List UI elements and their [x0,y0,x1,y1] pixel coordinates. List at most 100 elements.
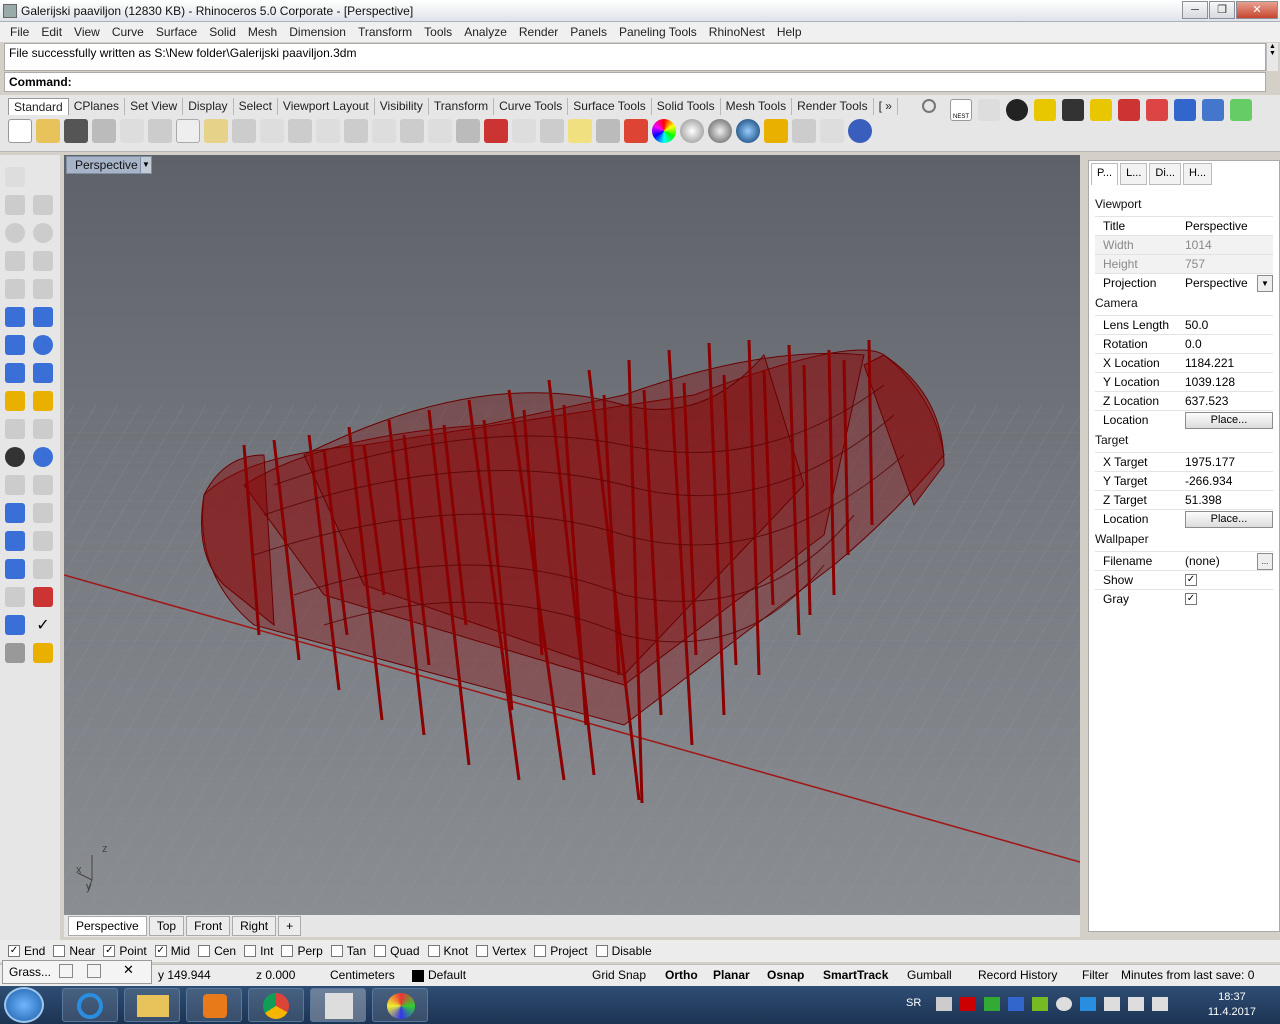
osnap-mid-checkbox[interactable]: ✓ [154,945,167,957]
x-location-value[interactable]: 1184.221 [1185,356,1234,370]
surface-icon[interactable] [5,307,25,327]
loft-icon[interactable] [33,307,53,327]
menu-analyze[interactable]: Analyze [458,25,513,39]
osnap-point-checkbox[interactable]: ✓ [103,945,116,957]
gray-checkbox[interactable]: ✓ [1185,593,1197,605]
paint-taskbar-icon[interactable] [372,988,428,1022]
restore-button[interactable]: ❐ [1209,1,1235,19]
osnap-quad[interactable]: Quad [374,944,420,958]
osnap-perp-checkbox[interactable] [281,945,294,957]
osnap-end[interactable]: ✓ End [8,944,45,958]
osnap-project[interactable]: Project [534,944,588,958]
projection-select[interactable]: Perspective [1185,276,1248,290]
grid-array-icon[interactable] [5,587,25,607]
osnap-project-checkbox[interactable] [534,945,547,957]
point-icon[interactable] [33,167,53,187]
osnap-vertex[interactable]: Vertex [476,944,526,958]
ellipse-icon[interactable] [33,223,53,243]
history-scrollbar[interactable]: ▲ ▼ [1266,43,1278,71]
cube-icon[interactable] [1202,99,1224,121]
new-file-icon[interactable] [8,119,32,143]
camera-place-button[interactable]: Place... [1185,412,1273,429]
osnap-end-checkbox[interactable]: ✓ [8,945,20,957]
transform-icon[interactable] [1174,99,1196,121]
minimize-button[interactable]: ─ [1182,1,1208,19]
menu-curve[interactable]: Curve [106,25,150,39]
star-icon[interactable] [1230,99,1252,121]
osnap-point[interactable]: ✓ Point [103,944,147,958]
action-center-icon[interactable] [1104,997,1120,1011]
polyline-icon[interactable] [5,195,25,215]
arc-icon[interactable] [5,251,25,271]
acrobat-icon[interactable] [960,997,976,1011]
sweep-icon[interactable] [5,643,25,663]
cplane-icon[interactable] [512,119,536,143]
print-icon[interactable] [92,119,116,143]
tab-top[interactable]: Top [148,916,185,936]
perspective-viewport[interactable]: z x y Perspective ▼ [64,155,1080,915]
array-icon[interactable] [5,531,25,551]
boolean-icon[interactable] [33,335,53,355]
osnap-mid[interactable]: ✓ Mid [154,944,190,958]
osnap-perp[interactable]: Perp [281,944,323,958]
rendered-sphere-icon[interactable] [736,119,760,143]
menu-file[interactable]: File [4,25,35,39]
step-icon-2[interactable] [1034,99,1056,121]
scale-icon[interactable] [33,531,53,551]
osnap-int-checkbox[interactable] [244,945,257,957]
tab-viewport-layout[interactable]: Viewport Layout [278,98,375,115]
group-icon[interactable] [5,447,25,467]
mirror-icon[interactable] [33,419,53,439]
book-icon[interactable] [1118,99,1140,121]
security-icon[interactable] [1080,997,1096,1011]
blend-icon[interactable] [33,475,53,495]
cut-icon[interactable] [148,119,172,143]
gumball-toggle[interactable]: Gumball [907,968,952,982]
osnap-quad-checkbox[interactable] [374,945,387,957]
step-1-2-icon[interactable] [1006,99,1028,121]
tab-display[interactable]: Display [183,98,234,115]
tab-layers[interactable]: L... [1120,163,1148,185]
language-indicator[interactable]: SR [906,997,921,1009]
title-value[interactable]: Perspective [1185,219,1248,233]
open-icon[interactable] [36,119,60,143]
paint-icon[interactable] [33,643,53,663]
maximize-window-icon[interactable] [87,964,101,978]
tab-help[interactable]: H... [1182,163,1213,185]
internet-explorer-icon[interactable] [62,988,118,1022]
four-viewports-icon[interactable] [456,119,480,143]
copy-icon[interactable] [176,119,200,143]
osnap-tan-checkbox[interactable] [330,945,343,957]
grid-snap-icon[interactable] [540,119,564,143]
render-icon[interactable] [764,119,788,143]
menu-view[interactable]: View [68,25,106,39]
explode-icon[interactable] [5,391,25,411]
restore-window-icon[interactable] [59,964,73,978]
tab-perspective[interactable]: Perspective [68,916,147,936]
menu-edit[interactable]: Edit [35,25,68,39]
rhino-taskbar-icon[interactable] [310,988,366,1022]
clock[interactable]: 18:37 11.4.2017 [1208,990,1256,1020]
shaded-sphere-icon[interactable] [708,119,732,143]
viewport-canvas[interactable]: z x y [64,155,1080,915]
units-display[interactable]: Centimeters [330,968,395,982]
menu-help[interactable]: Help [771,25,808,39]
command-line[interactable]: Command: [4,72,1266,92]
z-target-value[interactable]: 51.398 [1185,493,1222,507]
osnap-near-checkbox[interactable] [53,945,66,957]
osnap-cen[interactable]: Cen [198,944,236,958]
circle-icon[interactable] [5,223,25,243]
nest-icon[interactable]: NEST [950,99,972,121]
tab-more[interactable]: [ » [874,98,898,115]
osnap-disable-checkbox[interactable] [595,945,608,957]
box-icon[interactable] [5,335,25,355]
z-location-value[interactable]: 637.523 [1185,394,1228,408]
start-button-icon[interactable] [4,987,44,1023]
layer-icon[interactable] [624,119,648,143]
y-location-value[interactable]: 1039.128 [1185,375,1235,389]
filter-toggle[interactable]: Filter [1082,968,1109,982]
move-icon[interactable] [5,419,25,439]
curve-icon[interactable] [33,195,53,215]
osnap-knot[interactable]: Knot [427,944,468,958]
wireframe-sphere-icon[interactable] [680,119,704,143]
